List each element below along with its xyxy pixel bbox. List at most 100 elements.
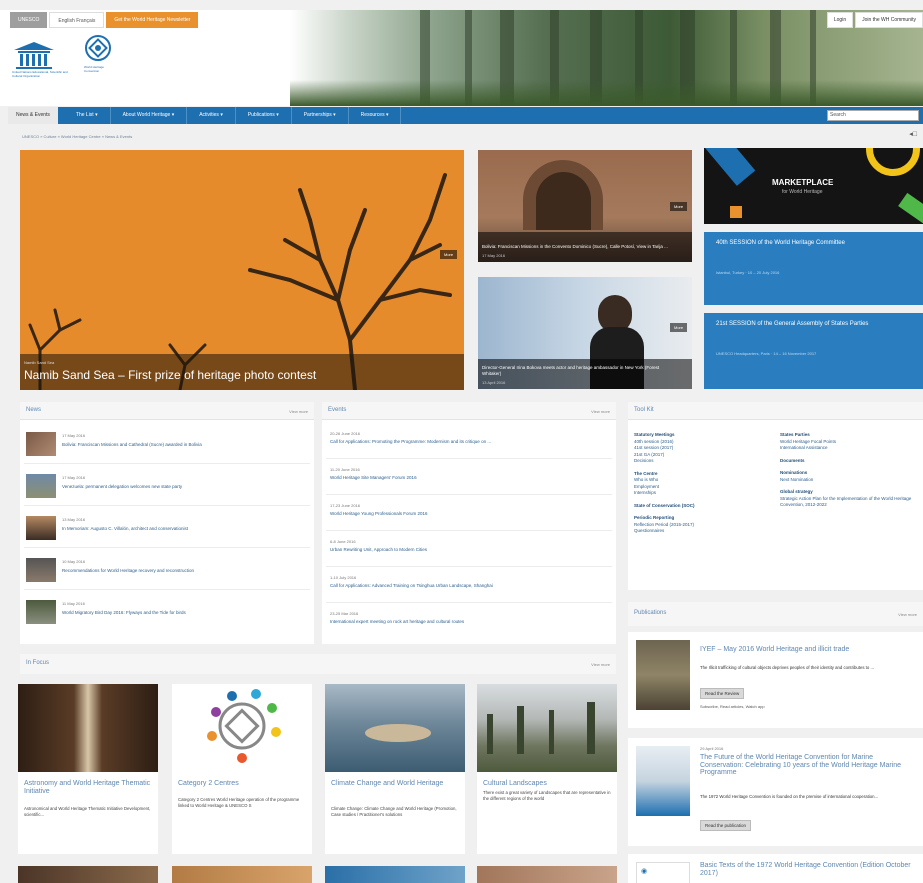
nav-news-events[interactable]: News & Events [8,107,58,124]
login-link[interactable]: Login [826,12,854,28]
tile-title[interactable]: Climate Change and World Heritage [331,780,459,788]
publication-item[interactable]: IYEF – May 2016 World Heritage and illic… [628,632,923,728]
nav-activities[interactable]: Activities ▾ [187,107,236,124]
publications-header: Publications View more [628,602,923,626]
publications-view-more-link[interactable]: View more [898,612,917,617]
nav-resources[interactable]: Resources ▾ [349,107,402,124]
focus-tile-climate[interactable]: Climate Change and World Heritage Climat… [325,684,465,854]
language-switcher[interactable]: English Français [49,12,105,28]
read-publication-button[interactable]: Read the publication [700,820,752,831]
general-assembly-title: 21st SESSION of the General Assembly of … [716,321,869,327]
news-title[interactable]: World Migratory Bird Day 2016: Flyways a… [62,610,302,615]
event-item[interactable]: 6-8 June 2016 Urban Rewriting Unit, Appr… [326,532,612,567]
event-date: 17-23 June 2016 [330,503,361,508]
focus-tile-partial[interactable] [18,866,158,883]
nav-partnerships[interactable]: Partnerships ▾ [292,107,349,124]
publications-heading: Publications [634,610,667,616]
nav-publications[interactable]: Publications ▾ [236,107,292,124]
toolkit-link[interactable]: Internships [634,490,764,497]
join-community-link[interactable]: Join the WH Community [855,12,923,28]
news-title[interactable]: In Memoriam: Augusto C. Villalón, archit… [62,526,302,531]
publication-title[interactable]: Basic Texts of the 1972 World Heritage C… [700,862,914,877]
focus-tile-landscapes[interactable]: Cultural Landscapes There exist a great … [477,684,617,854]
card-more-badge[interactable]: More [670,323,688,332]
publication-item[interactable]: 29 April 2016 The Future of the World He… [628,738,923,846]
publication-cover [636,640,690,710]
publication-cover [636,746,690,816]
news-thumbnail [26,558,56,582]
toolkit-link[interactable]: State of Conservation (SOC) [634,503,764,510]
focus-tile-partial[interactable] [325,866,465,883]
news-thumbnail [26,474,56,498]
unesco-button[interactable]: UNESCO [10,12,48,28]
events-view-more-link[interactable]: View more [591,409,610,414]
news-item[interactable]: 10 May 2016 Recommendations for World He… [24,550,310,590]
hero-caption: Namib Sand Sea Namib Sand Sea – First pr… [20,354,464,390]
whc-wordmark: World Heritage Convention [84,65,104,73]
toolkit-link[interactable]: Next Nomination [780,477,916,484]
event-item[interactable]: 11-20 June 2016 World Heritage Site Mana… [326,460,612,495]
category2-centres-logo [172,684,312,772]
unesco-wordmark: United Nations Educational, Scientific a… [12,70,68,78]
news-item[interactable]: 13 May 2016 In Memoriam: Augusto C. Vill… [24,508,310,548]
event-item[interactable]: 17-23 June 2016 World Heritage Young Pro… [326,496,612,531]
hero-title[interactable]: Namib Sand Sea – First prize of heritage… [24,368,316,382]
feature-card-director-general[interactable]: More Director-General Irina Bokova meets… [478,277,692,389]
toolkit-link[interactable]: Decisions [634,458,764,465]
share-icon[interactable]: ◂□ [909,130,917,138]
news-view-more-link[interactable]: View more [289,409,308,414]
committee-session-banner[interactable]: 40th SESSION of the World Heritage Commi… [704,232,923,305]
event-date: 6-8 June 2016 [330,539,356,544]
news-title[interactable]: Recommendations for World Heritage recov… [62,568,302,573]
hero-more-badge[interactable]: More [440,250,458,259]
focus-tile-partial[interactable] [477,866,617,883]
publication-item[interactable]: ◉ Basic Texts of the 1972 World Heritage… [628,854,923,883]
nav-the-list[interactable]: The List ▾ [64,107,111,124]
toolkit-link[interactable]: Strategic Action Plan for the Implementa… [780,496,916,509]
news-date: 10 May 2016 [62,559,86,564]
card-more-badge[interactable]: More [670,202,688,211]
event-title[interactable]: Call for Applications: Advanced Training… [330,583,606,588]
publication-title[interactable]: The Future of the World Heritage Convent… [700,754,914,777]
news-title[interactable]: Venezuela: permanent delegation welcomes… [62,484,302,489]
tile-title[interactable]: Cultural Landscapes [483,780,611,788]
marketplace-banner[interactable]: MARKETPLACE for World Heritage [704,148,923,224]
nav-about[interactable]: About World Heritage ▾ [111,107,188,124]
event-item[interactable]: 20-26 June 2016 Call for Applications: P… [326,424,612,459]
hero-feature[interactable]: More Namib Sand Sea Namib Sand Sea – Fir… [20,150,464,390]
toolkit-left-column: Statutory Meetings 40th session (2016) 4… [634,432,764,541]
search-input[interactable]: Search [827,110,919,121]
focus-tile-partial[interactable] [172,866,312,883]
breadcrumb: UNESCO » Culture » World Heritage Centre… [22,134,133,139]
read-review-button[interactable]: Read the Review [700,688,745,699]
newsletter-button[interactable]: Get the World Heritage Newsletter [106,12,199,28]
focus-tile-astronomy[interactable]: Astronomy and World Heritage Thematic In… [18,684,158,854]
feature-card-bolivia[interactable]: More Bolivia: Franciscan Missions in the… [478,150,692,262]
focus-tile-category2[interactable]: Category 2 Centres Category 2 Centres Wo… [172,684,312,854]
news-date: 17 May 2016 [62,433,86,438]
world-heritage-emblem[interactable]: World Heritage Convention [78,34,118,90]
event-title[interactable]: Urban Rewriting Unit, Approach to Modern… [330,547,606,552]
news-item[interactable]: 17 May 2016 Venezuela: permanent delegat… [24,466,310,506]
toolkit-link[interactable]: Documents [780,458,916,465]
toolkit-link[interactable]: Questionnaires [634,528,764,535]
event-title[interactable]: World Heritage Young Professionals Forum… [330,511,606,516]
event-title[interactable]: International expert meeting on rock art… [330,619,606,624]
event-item[interactable]: 1-10 July 2016 Call for Applications: Ad… [326,568,612,603]
in-focus-heading: In Focus [26,660,50,666]
event-title[interactable]: Call for Applications: Promoting the Pro… [330,439,606,444]
publication-title[interactable]: IYEF – May 2016 World Heritage and illic… [700,646,914,654]
news-title[interactable]: Bolivia: Franciscan Missions and Cathedr… [62,442,302,447]
event-item[interactable]: 23-25 Mar 2016 International expert meet… [326,604,612,639]
hero-kicker: Namib Sand Sea [24,360,55,365]
event-title[interactable]: World Heritage Site Managers' Forum 2016 [330,475,606,480]
news-item[interactable]: 17 May 2016 Bolivia: Franciscan Missions… [24,424,310,464]
in-focus-view-more-link[interactable]: View more [591,662,610,667]
tile-title[interactable]: Astronomy and World Heritage Thematic In… [24,780,152,796]
tile-title[interactable]: Category 2 Centres [178,780,306,788]
news-item[interactable]: 11 May 2016 World Migratory Bird Day 201… [24,592,310,632]
general-assembly-banner[interactable]: 21st SESSION of the General Assembly of … [704,313,923,389]
publication-links[interactable]: Subscribe, Read articles, Watch app [700,704,765,709]
toolkit-link[interactable]: International Assistance [780,445,916,452]
unesco-logo[interactable]: United Nations Educational, Scientific a… [12,38,72,88]
